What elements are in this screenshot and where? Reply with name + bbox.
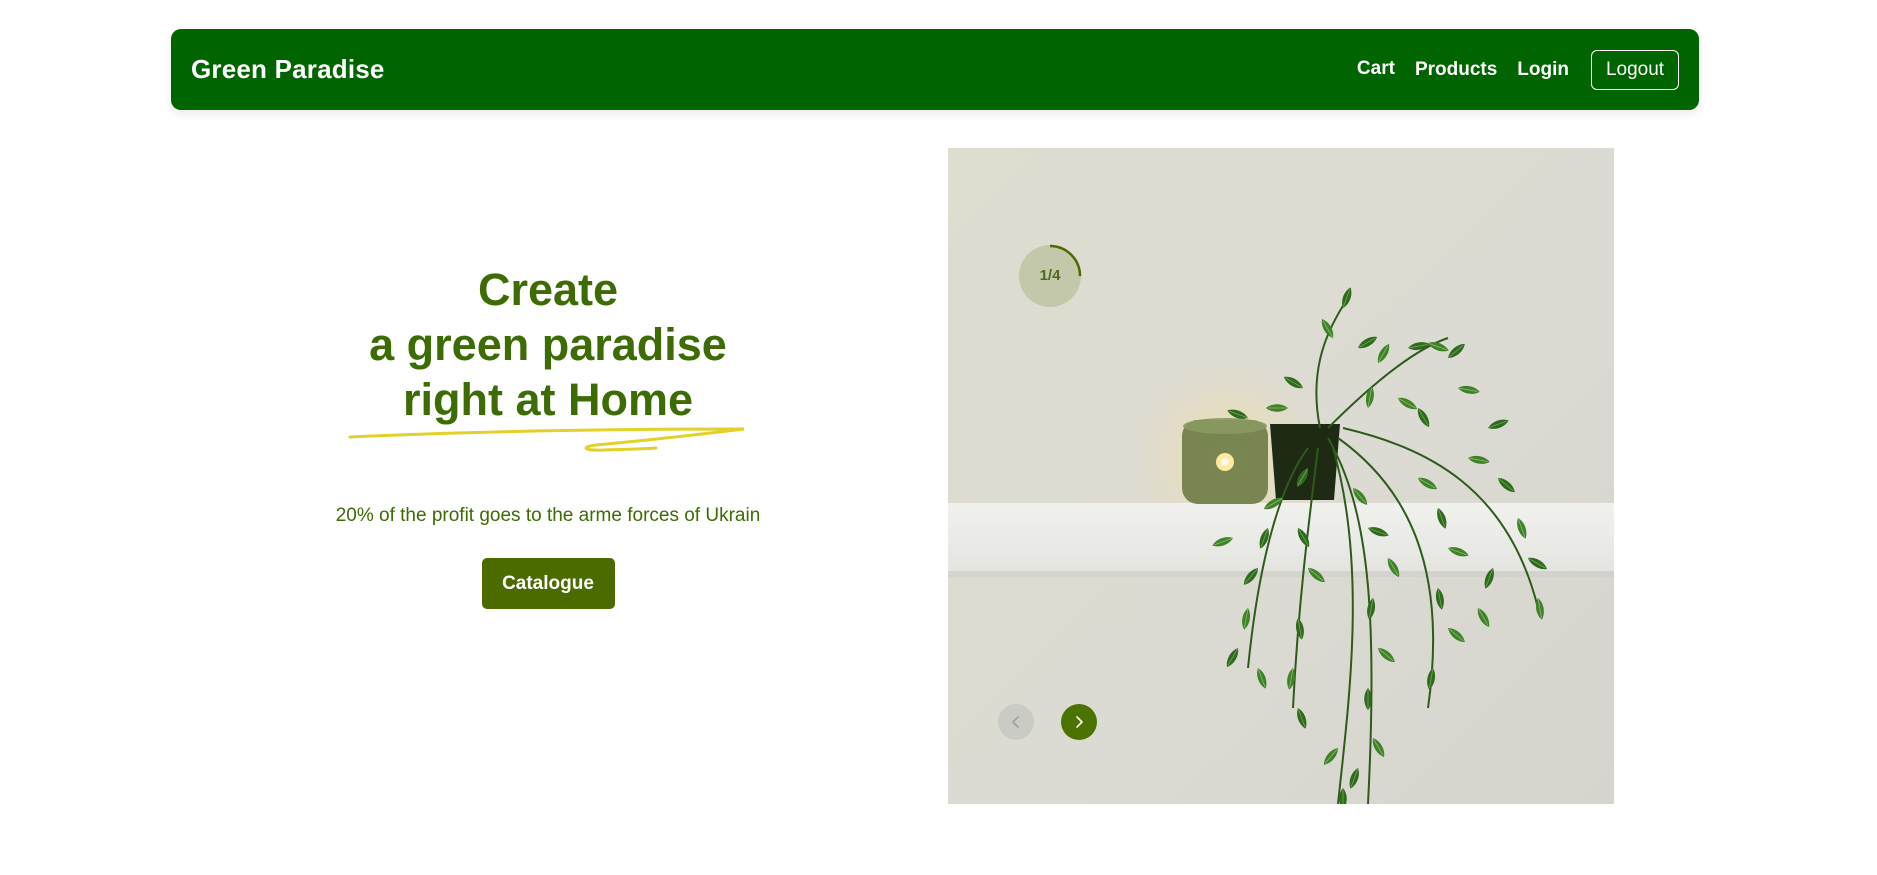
scribble-underline-icon xyxy=(348,427,745,452)
nav-links: Cart Products Login Logout xyxy=(1357,49,1679,90)
brand-logo[interactable]: Green Paradise xyxy=(191,54,385,85)
hero-title-line-1: Create xyxy=(477,264,619,315)
image-slider: 1/4 xyxy=(948,148,1614,804)
next-slide-button[interactable] xyxy=(1061,704,1097,740)
slide-counter-text: 1/4 xyxy=(1039,267,1061,284)
chevron-left-icon xyxy=(1012,716,1019,728)
hero-subtitle: 20% of the profit goes to the arme force… xyxy=(335,505,761,526)
page: Green Paradise Cart Products Login Logou… xyxy=(0,0,1877,875)
nav-link-cart[interactable]: Cart xyxy=(1357,58,1395,80)
prev-slide-button[interactable] xyxy=(998,704,1034,740)
hero-section: Create a green paradise right at Home 20… xyxy=(290,262,806,609)
navbar: Green Paradise Cart Products Login Logou… xyxy=(171,29,1699,110)
hero-title-line-3: right at Home xyxy=(402,374,694,425)
hero-title-line-2: a green paradise xyxy=(369,319,727,370)
chevron-right-icon xyxy=(1076,716,1083,728)
catalogue-button[interactable]: Catalogue xyxy=(481,558,615,609)
nav-link-login[interactable]: Login xyxy=(1517,59,1569,81)
logout-button[interactable]: Logout xyxy=(1591,49,1679,90)
hero-title: Create a green paradise right at Home xyxy=(290,262,806,427)
slide-counter: 1/4 xyxy=(1018,244,1082,308)
nav-link-products[interactable]: Products xyxy=(1415,59,1497,81)
